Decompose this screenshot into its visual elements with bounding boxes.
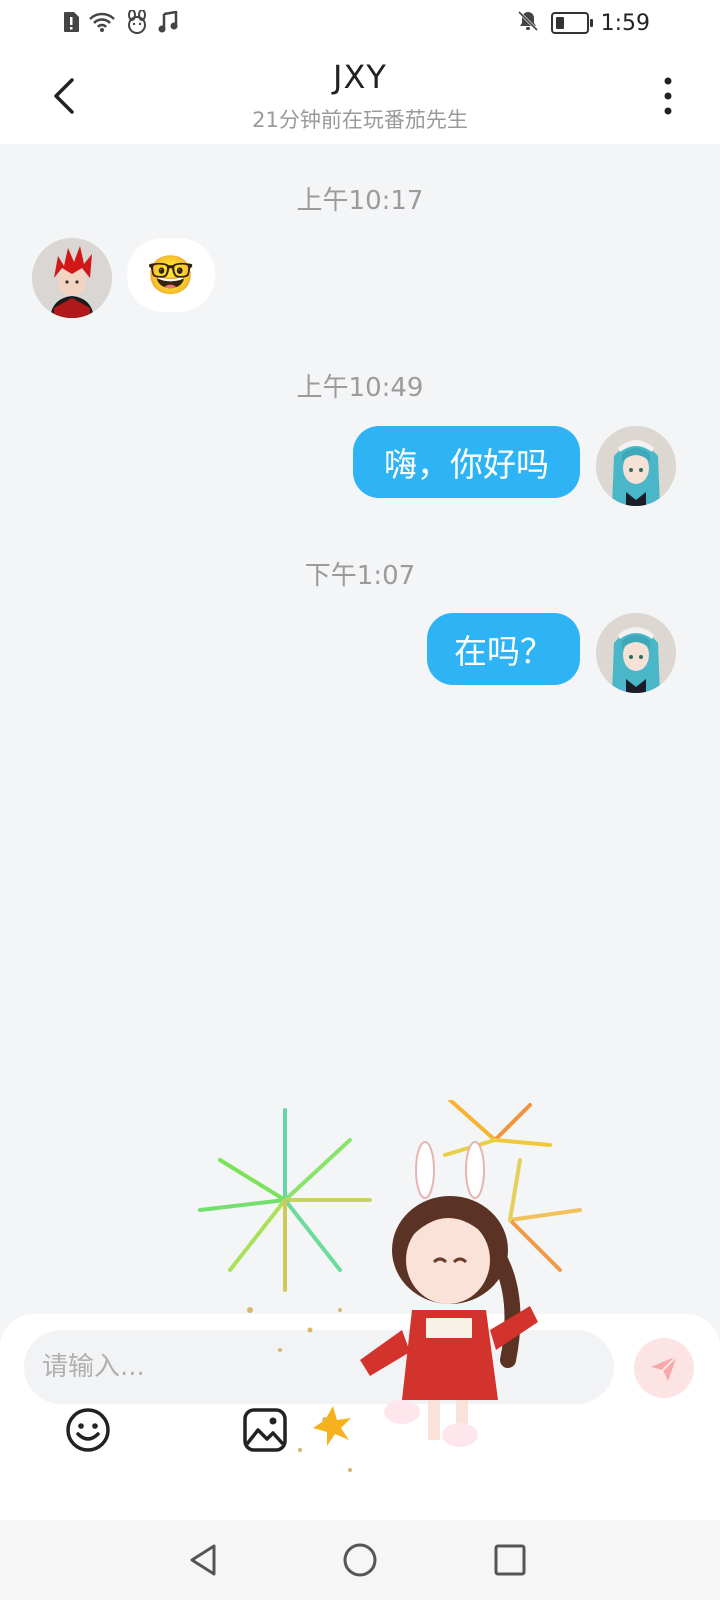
my-avatar[interactable] [596, 613, 676, 693]
nav-home-button[interactable] [340, 1540, 380, 1580]
message-text: 在吗？ [454, 632, 553, 671]
battery-icon [550, 12, 593, 34]
image-button[interactable] [241, 1406, 289, 1454]
contact-status: 21分钟前在玩番茄先生 [252, 108, 468, 132]
composer-bar [0, 1314, 720, 1520]
sim-alert-icon [62, 11, 80, 37]
nerd-face-emoji: 🤓 [147, 252, 195, 297]
emoji-button[interactable] [64, 1406, 112, 1454]
message-text: 嗨，你好吗 [384, 445, 549, 484]
image-icon [243, 1408, 287, 1452]
recents-square-icon [494, 1544, 526, 1576]
nav-back-button[interactable] [184, 1540, 224, 1580]
mute-bell-icon [517, 10, 539, 36]
contact-avatar[interactable] [32, 238, 112, 318]
status-time: 1:59 [600, 10, 650, 36]
incoming-message-bubble[interactable]: 🤓 [127, 238, 215, 312]
blue-hair-girl-avatar [596, 426, 676, 506]
outgoing-message-bubble[interactable]: 在吗？ [427, 613, 580, 685]
message-timestamp: 下午1:07 [304, 561, 416, 591]
send-button[interactable] [634, 1338, 694, 1398]
system-nav-bar [0, 1520, 720, 1600]
contact-name: JXY [333, 58, 387, 96]
back-triangle-icon [190, 1544, 216, 1576]
more-options-button[interactable] [656, 74, 680, 118]
more-vertical-icon [664, 77, 672, 115]
outgoing-message-bubble[interactable]: 嗨，你好吗 [353, 426, 580, 498]
red-hair-boy-avatar [32, 238, 112, 318]
music-icon [158, 10, 178, 37]
message-input[interactable] [24, 1330, 614, 1404]
wifi-icon [88, 11, 116, 37]
bunny-notification-icon [124, 9, 150, 38]
send-icon [651, 1355, 678, 1381]
status-bar: 1:59 [0, 0, 720, 48]
nav-recents-button[interactable] [490, 1540, 530, 1580]
message-timestamp: 上午10:49 [296, 373, 424, 403]
home-circle-icon [343, 1543, 377, 1577]
chat-header: JXY 21分钟前在玩番茄先生 [0, 48, 720, 144]
blue-hair-girl-avatar [596, 613, 676, 693]
emoji-icon [66, 1408, 110, 1452]
my-avatar[interactable] [596, 426, 676, 506]
message-timestamp: 上午10:17 [296, 186, 424, 216]
